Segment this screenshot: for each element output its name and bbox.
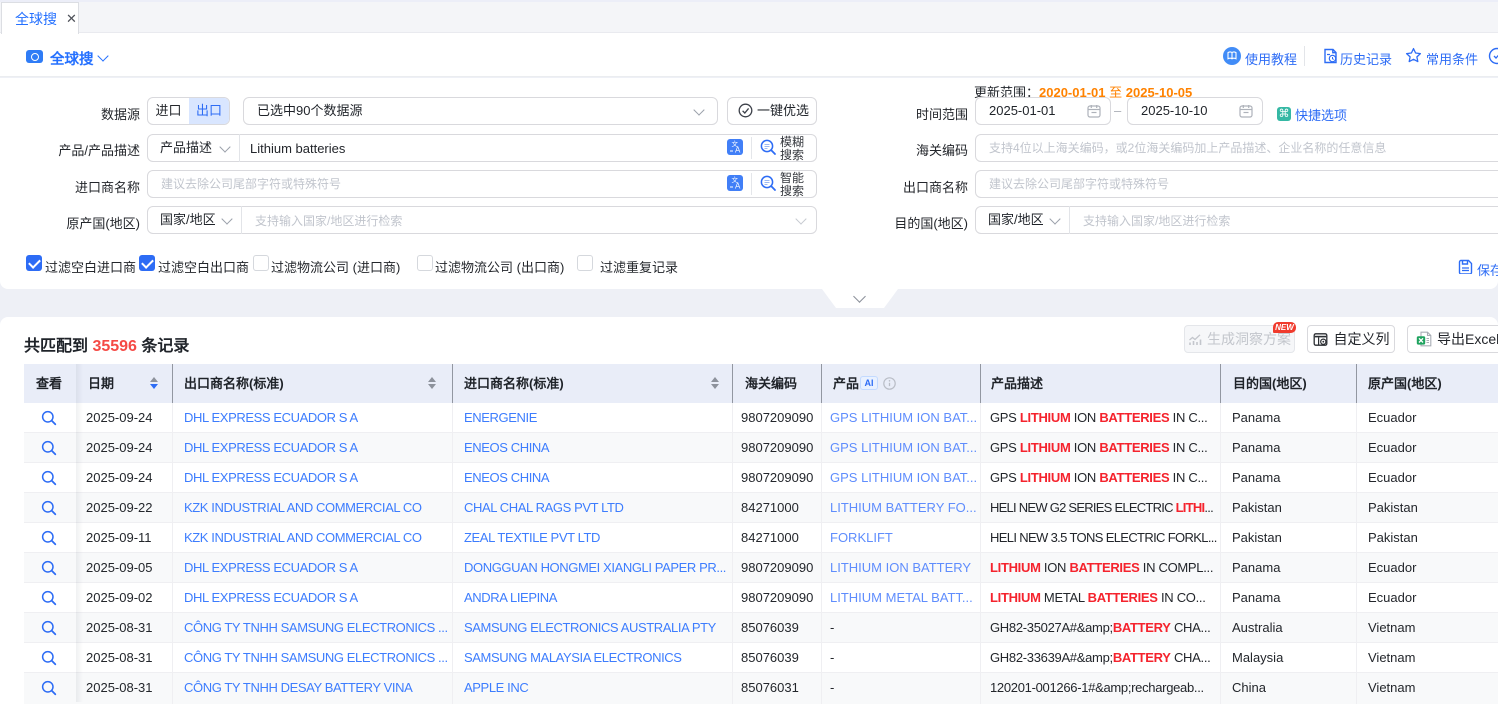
svg-text:A: A	[735, 182, 741, 191]
svg-text:A: A	[735, 146, 741, 155]
